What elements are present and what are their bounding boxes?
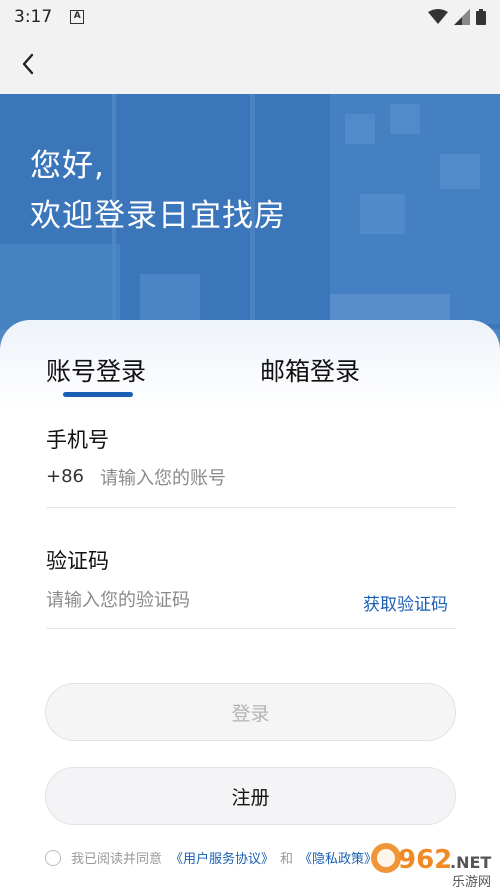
battery-icon bbox=[476, 9, 486, 25]
wifi-icon bbox=[428, 9, 448, 24]
tab-email-login[interactable]: 邮箱登录 bbox=[260, 352, 360, 388]
notification-icon: A bbox=[70, 10, 85, 24]
status-icons bbox=[428, 9, 486, 25]
divider bbox=[46, 628, 456, 629]
phone-input[interactable] bbox=[100, 463, 450, 493]
watermark-sub: 乐游网 bbox=[452, 875, 491, 890]
watermark-suffix: .NET bbox=[450, 853, 491, 872]
site-watermark-logo: 962 .NET 乐游网 bbox=[368, 838, 500, 890]
welcome-title: 欢迎登录日宜找房 bbox=[30, 198, 286, 234]
code-label: 验证码 bbox=[46, 549, 109, 573]
status-bar: 3:17 A bbox=[0, 0, 500, 34]
status-time: 3:17 bbox=[14, 7, 53, 27]
watermark-badge-icon: 962 .NET 乐游网 bbox=[371, 843, 491, 890]
country-code[interactable]: +86 bbox=[46, 466, 84, 487]
greeting-text: 您好, bbox=[30, 148, 105, 184]
phone-label: 手机号 bbox=[46, 428, 109, 452]
agree-checkbox[interactable] bbox=[45, 849, 61, 866]
tab-account-login[interactable]: 账号登录 bbox=[46, 352, 146, 388]
chevron-left-icon bbox=[22, 53, 34, 75]
divider bbox=[46, 507, 456, 508]
user-agreement-link[interactable]: 《用户服务协议》 bbox=[170, 848, 274, 867]
agreement-and: 和 bbox=[280, 852, 294, 867]
tab-active-indicator bbox=[63, 392, 133, 397]
privacy-policy-link[interactable]: 《隐私政策》 bbox=[299, 848, 377, 867]
register-button[interactable]: 注册 bbox=[45, 767, 456, 825]
signal-icon bbox=[454, 9, 470, 25]
verification-code-input[interactable] bbox=[46, 585, 346, 615]
login-button[interactable]: 登录 bbox=[45, 683, 456, 741]
agreement-row: 我已阅读并同意 《用户服务协议》 和 《隐私政策》 bbox=[45, 848, 377, 867]
watermark-number: 962 bbox=[398, 845, 452, 875]
app-bar bbox=[0, 34, 500, 94]
agreement-prefix: 我已阅读并同意 bbox=[71, 852, 163, 867]
back-button[interactable] bbox=[12, 48, 44, 80]
get-code-button[interactable]: 获取验证码 bbox=[363, 590, 448, 615]
